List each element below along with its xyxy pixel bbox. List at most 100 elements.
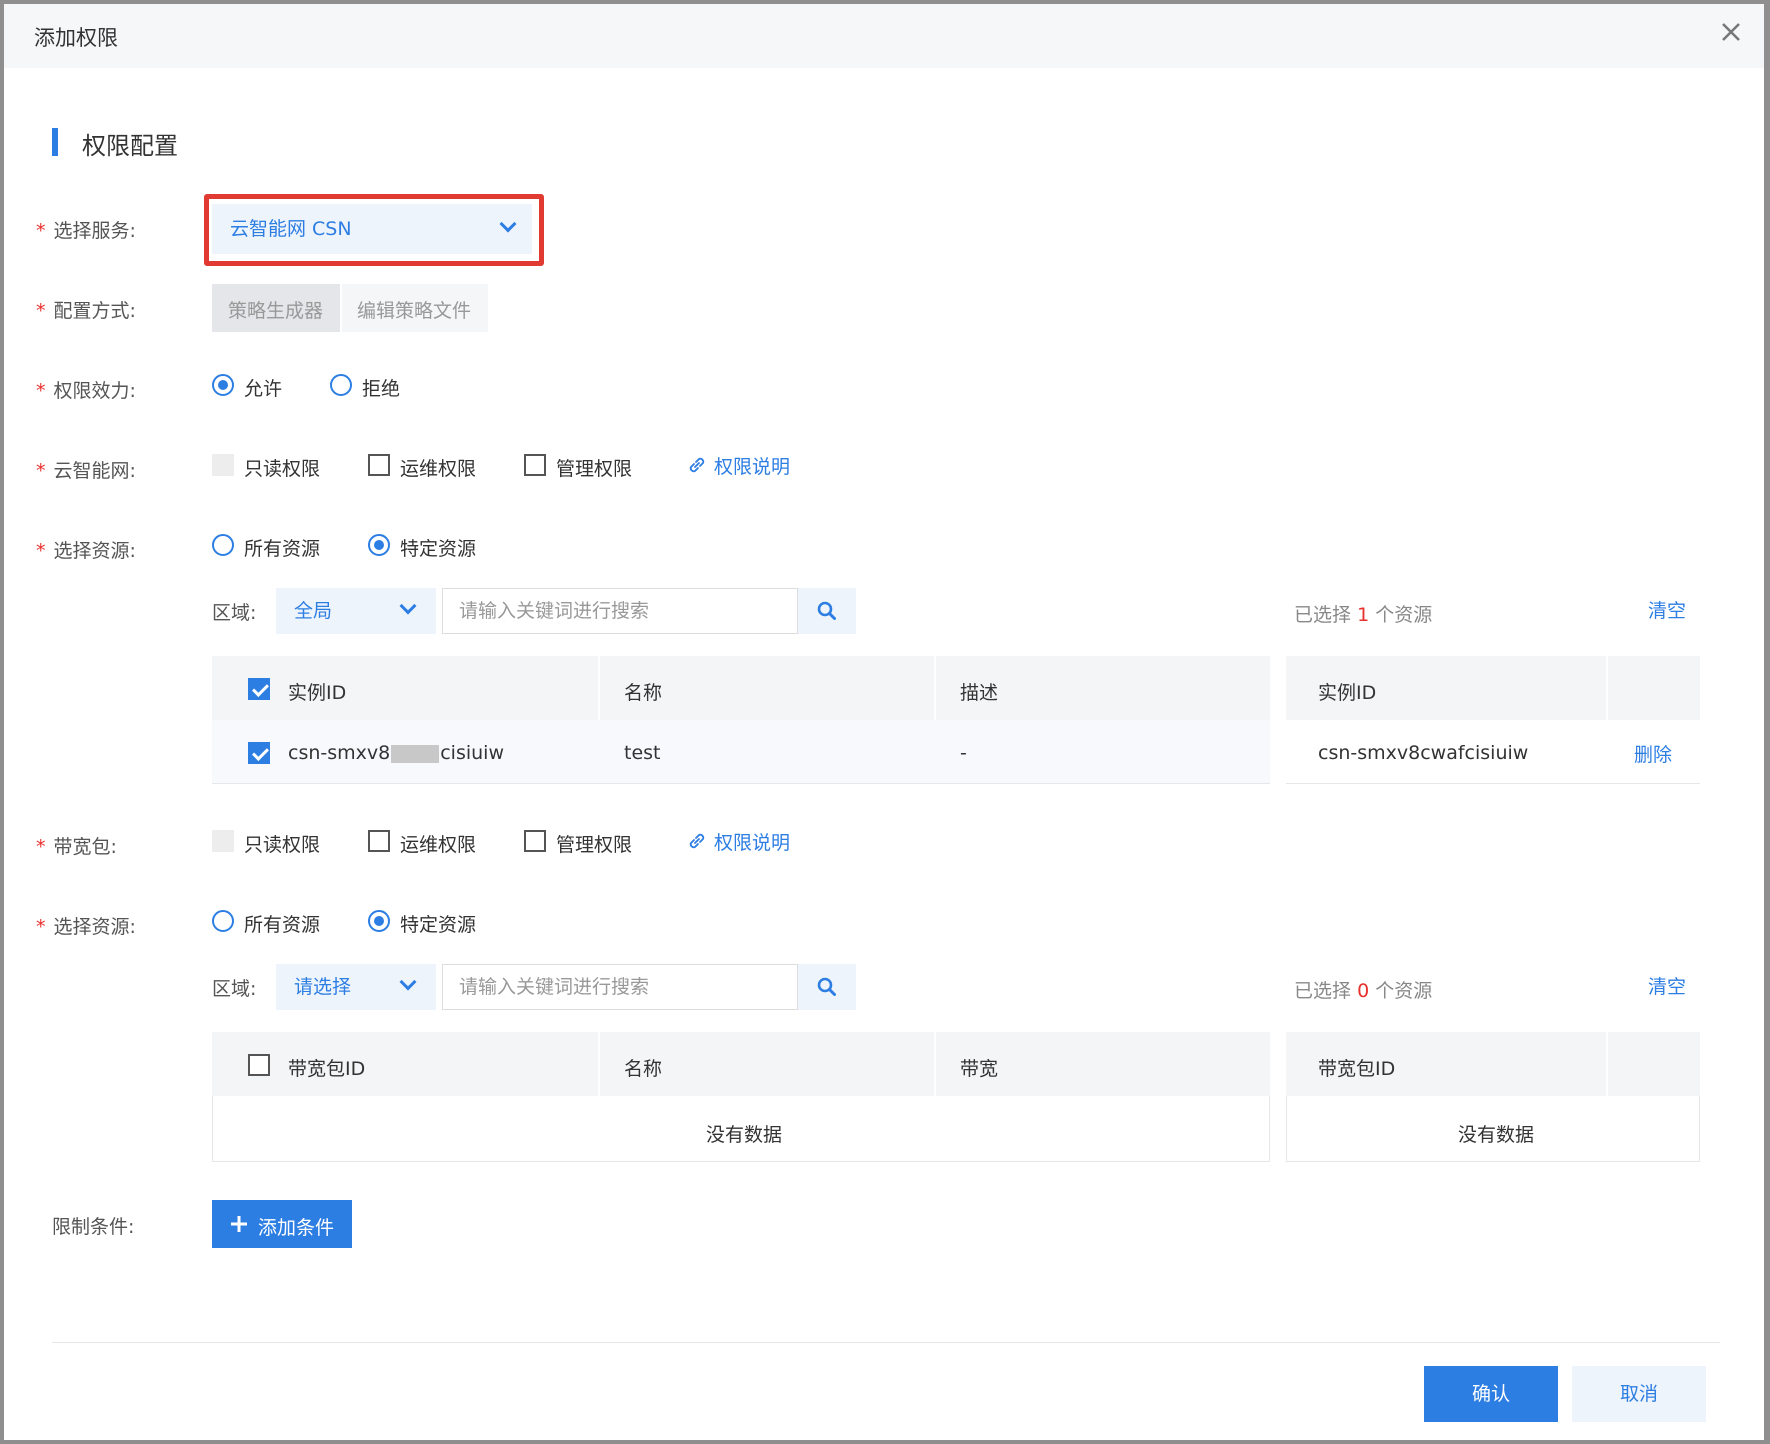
csn-row-id: csn-smxv8 cisiuiw [288, 742, 504, 764]
csn-row-desc: - [960, 742, 967, 764]
bwp-search-input[interactable]: 请输入关键词进行搜索 [442, 964, 798, 1010]
csn-row-name: test [624, 742, 661, 764]
bwp-empty-text: 没有数据 [706, 1124, 783, 1146]
footer-divider [52, 1342, 1720, 1343]
service-select-value: 云智能网 CSN [230, 218, 352, 240]
tab-policy-generator[interactable]: 策略生成器 [212, 284, 340, 332]
column-divider [1606, 1032, 1608, 1096]
csn-selected-count: 已选择 1 个资源 [1294, 604, 1433, 626]
bwp-specific-resources-radio[interactable] [368, 910, 390, 932]
redaction-mask [391, 744, 440, 763]
column-divider [598, 1032, 600, 1096]
bwp-col-bandwidth: 带宽 [960, 1058, 999, 1080]
csn-selected-row-id: csn-smxv8cwafcisiuiw [1318, 742, 1529, 764]
csn-col-name: 名称 [624, 682, 663, 704]
bwp-readonly-label: 只读权限 [244, 834, 321, 856]
bwp-selected-col-id: 带宽包ID [1318, 1058, 1396, 1080]
column-divider [934, 1032, 936, 1096]
csn-specific-resources-radio[interactable] [368, 534, 390, 556]
column-divider [1606, 656, 1608, 720]
chevron-down-icon [499, 215, 517, 233]
csn-select-all-checkbox[interactable] [248, 678, 270, 700]
bwp-selected-count: 已选择 0 个资源 [1294, 980, 1433, 1002]
csn-ops-checkbox[interactable] [368, 454, 390, 476]
csn-col-instance-id: 实例ID [288, 682, 347, 704]
csn-all-resources-label: 所有资源 [244, 538, 321, 560]
config-mode-label: * 配置方式: [36, 300, 136, 322]
link-icon [686, 830, 708, 852]
service-select[interactable]: 云智能网 CSN [212, 204, 532, 254]
csn-clear-link[interactable]: 清空 [1648, 596, 1686, 623]
dialog-title: 添加权限 [34, 26, 118, 50]
bwp-select-all-checkbox[interactable] [248, 1054, 270, 1076]
effect-deny-radio[interactable] [330, 374, 352, 396]
add-condition-button[interactable]: 添加条件 [212, 1200, 352, 1248]
csn-search-button[interactable] [798, 588, 856, 634]
csn-table-header [212, 656, 1270, 720]
close-icon[interactable] [1719, 20, 1743, 44]
csn-selected-col-id: 实例ID [1318, 682, 1377, 704]
bwp-region-label: 区域: [212, 978, 257, 1000]
csn-admin-label: 管理权限 [556, 458, 633, 480]
csn-region-label: 区域: [212, 602, 257, 624]
csn-admin-checkbox[interactable] [524, 454, 546, 476]
effect-allow-radio[interactable] [212, 374, 234, 396]
csn-region-select[interactable]: 全局 [276, 588, 436, 634]
search-icon [817, 601, 836, 620]
bwp-resource-label: * 选择资源: [36, 916, 136, 938]
csn-col-desc: 描述 [960, 682, 999, 704]
bwp-col-name: 名称 [624, 1058, 663, 1080]
search-icon [817, 977, 836, 996]
csn-row-checkbox[interactable] [248, 742, 270, 764]
bwp-admin-checkbox[interactable] [524, 830, 546, 852]
link-icon [686, 454, 708, 476]
bwp-all-resources-label: 所有资源 [244, 914, 321, 936]
chevron-down-icon [399, 597, 417, 615]
csn-all-resources-radio[interactable] [212, 534, 234, 556]
service-label: * 选择服务: [36, 220, 136, 242]
bwp-search-button[interactable] [798, 964, 856, 1010]
bwp-table-header [212, 1032, 1270, 1096]
conditions-label: 限制条件: [52, 1216, 135, 1238]
section-marker [52, 128, 58, 156]
dialog-header: 添加权限 [4, 4, 1764, 68]
bwp-selected-empty-text: 没有数据 [1458, 1124, 1535, 1146]
csn-search-input[interactable]: 请输入关键词进行搜索 [442, 588, 798, 634]
bwp-search-placeholder: 请输入关键词进行搜索 [459, 976, 650, 998]
bwp-readonly-checkbox[interactable] [212, 830, 234, 852]
csn-readonly-label: 只读权限 [244, 458, 321, 480]
bwp-admin-label: 管理权限 [556, 834, 633, 856]
csn-ops-label: 运维权限 [400, 458, 477, 480]
csn-readonly-checkbox[interactable] [212, 454, 234, 476]
bwp-region-select[interactable]: 请选择 [276, 964, 436, 1010]
bwp-ops-label: 运维权限 [400, 834, 477, 856]
effect-label: * 权限效力: [36, 380, 136, 402]
bwp-all-resources-radio[interactable] [212, 910, 234, 932]
csn-resource-label: * 选择资源: [36, 540, 136, 562]
section-title: 权限配置 [82, 132, 178, 160]
bwp-region-value: 请选择 [294, 976, 352, 998]
plus-icon [231, 1216, 247, 1232]
bwp-col-id: 带宽包ID [288, 1058, 366, 1080]
effect-allow-label: 允许 [244, 378, 283, 400]
chevron-down-icon [399, 973, 417, 991]
bwp-permission-doc-link[interactable]: 权限说明 [714, 828, 790, 855]
bwp-specific-resources-label: 特定资源 [400, 914, 477, 936]
tab-edit-policy-file[interactable]: 编辑策略文件 [342, 284, 488, 332]
effect-deny-label: 拒绝 [362, 378, 401, 400]
bwp-clear-link[interactable]: 清空 [1648, 972, 1686, 999]
column-divider [598, 656, 600, 720]
cancel-button[interactable]: 取消 [1572, 1366, 1706, 1422]
csn-label: * 云智能网: [36, 460, 136, 482]
add-condition-label: 添加条件 [258, 1217, 335, 1239]
column-divider [934, 656, 936, 720]
csn-search-placeholder: 请输入关键词进行搜索 [459, 600, 650, 622]
csn-delete-link[interactable]: 删除 [1634, 740, 1672, 767]
confirm-button[interactable]: 确认 [1424, 1366, 1558, 1422]
bwp-ops-checkbox[interactable] [368, 830, 390, 852]
add-permission-dialog: 添加权限 权限配置 * 选择服务: 云智能网 CSN * 配置方式: 策略生成器 编… [4, 4, 1764, 1440]
csn-specific-resources-label: 特定资源 [400, 538, 477, 560]
csn-region-value: 全局 [294, 600, 333, 622]
csn-permission-doc-link[interactable]: 权限说明 [714, 452, 790, 479]
bwp-label: * 带宽包: [36, 836, 117, 858]
